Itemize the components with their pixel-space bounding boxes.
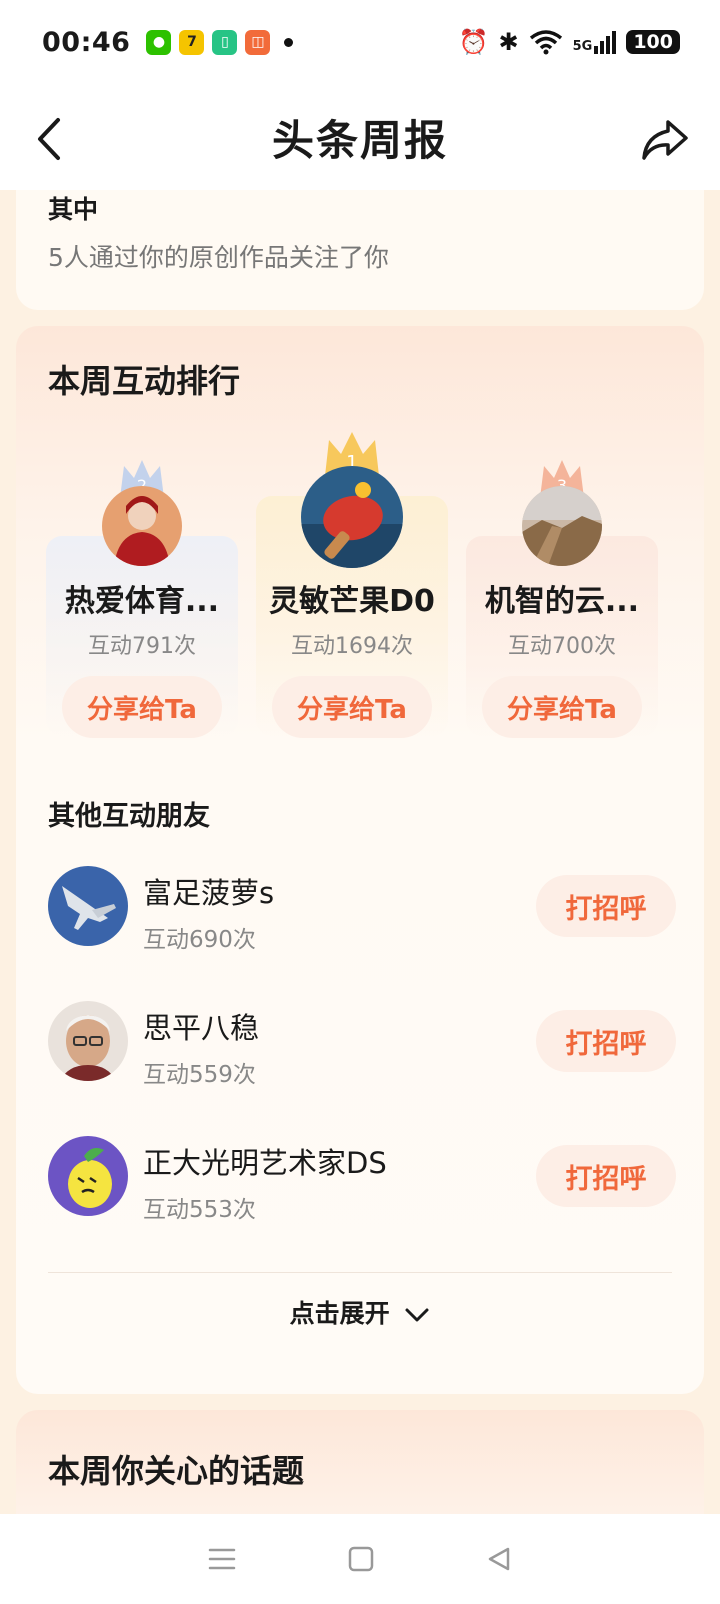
network-type-label: 5G — [572, 38, 593, 54]
menu-icon[interactable] — [207, 1545, 237, 1573]
friend-name: 思平八稳 — [143, 1011, 260, 1045]
home-icon[interactable] — [347, 1545, 375, 1573]
say-hi-button[interactable]: 打招呼 — [536, 1145, 676, 1207]
wifi-icon — [529, 30, 562, 55]
interaction-count: 互动700次 — [508, 634, 616, 659]
friend-row[interactable]: 思平八稳 互动559次 打招呼 — [48, 1001, 676, 1091]
share-to-ta-button[interactable]: 分享给Ta — [482, 676, 642, 738]
expand-button[interactable]: 点击展开 — [16, 1294, 704, 1330]
interaction-count: 互动791次 — [88, 634, 196, 659]
cellular-signal-icon: 5G — [572, 30, 617, 54]
chevron-down-icon — [405, 1308, 429, 1322]
ranked-friend-name[interactable]: 热爱体育... — [46, 576, 238, 620]
say-hi-button[interactable]: 打招呼 — [536, 1010, 676, 1072]
topics-card: 本周你关心的话题 — [16, 1410, 704, 1530]
battery-indicator: 100 — [626, 30, 680, 54]
friend-row[interactable]: 富足菠萝s 互动690次 打招呼 — [48, 866, 676, 956]
back-nav-icon[interactable] — [485, 1545, 513, 1573]
interaction-count: 互动559次 — [143, 1062, 256, 1088]
summary-card: 其中 5人通过你的原创作品关注了你 — [16, 190, 704, 310]
app-7-icon: 7 — [179, 29, 205, 55]
say-hi-button[interactable]: 打招呼 — [536, 875, 676, 937]
app-green-icon: ▯ — [212, 29, 238, 55]
avatar[interactable] — [522, 486, 602, 566]
status-time: 00:46 — [42, 26, 131, 58]
alarm-icon: ⏰ — [458, 28, 489, 56]
page-title: 头条周报 — [271, 115, 448, 165]
avatar[interactable] — [48, 1136, 128, 1216]
avatar[interactable] — [48, 1001, 128, 1081]
ranked-friend-name[interactable]: 灵敏芒果D0 — [256, 576, 448, 620]
share-icon[interactable] — [640, 114, 690, 164]
app-header: 头条周报 — [0, 84, 720, 190]
divider — [48, 1272, 672, 1273]
summary-label: 其中 — [48, 195, 99, 224]
share-to-ta-button[interactable]: 分享给Ta — [62, 676, 222, 738]
bluetooth-icon: ✱ — [498, 28, 519, 56]
friend-name: 富足菠萝s — [143, 876, 275, 910]
back-icon[interactable] — [30, 114, 70, 164]
system-navigation-bar — [0, 1514, 720, 1604]
topics-title: 本周你关心的话题 — [48, 1452, 305, 1490]
avatar[interactable] — [102, 486, 182, 566]
notification-icons: ● 7 ▯ ◫ — [146, 29, 294, 55]
friend-name: 正大光明艺术家DS — [143, 1146, 387, 1180]
wechat-icon: ● — [146, 29, 172, 55]
more-notifications-dot — [284, 37, 294, 47]
ranking-title: 本周互动排行 — [48, 362, 241, 400]
expand-label: 点击展开 — [289, 1299, 390, 1328]
ranking-card: 本周互动排行 2 热爱体育... 互动791次 分享给Ta 1 灵敏芒果D0 互… — [16, 326, 704, 1394]
avatar[interactable] — [301, 466, 403, 568]
interaction-count: 互动690次 — [143, 927, 256, 953]
ranked-friend-name[interactable]: 机智的云... — [466, 576, 658, 620]
status-bar: 00:46 ● 7 ▯ ◫ ⏰ ✱ 5G 100 — [0, 0, 720, 84]
avatar[interactable] — [48, 866, 128, 946]
app-orange-icon: ◫ — [245, 29, 271, 55]
other-friends-title: 其他互动朋友 — [48, 801, 210, 832]
interaction-count: 互动553次 — [143, 1197, 256, 1223]
interaction-count: 互动1694次 — [291, 634, 413, 659]
share-to-ta-button[interactable]: 分享给Ta — [272, 676, 432, 738]
friend-row[interactable]: 正大光明艺术家DS 互动553次 打招呼 — [48, 1136, 676, 1226]
summary-text: 5人通过你的原创作品关注了你 — [48, 243, 389, 272]
